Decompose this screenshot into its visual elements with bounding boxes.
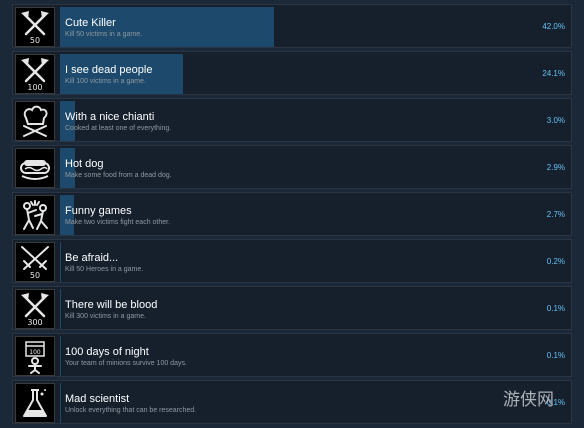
achievement-content: Be afraid... Kill 50 Heroes in a game. 0… [60, 242, 570, 282]
achievement-content: 100 days of night Your team of minions s… [60, 336, 570, 376]
crossed-axes-50-icon: 50 [15, 7, 55, 47]
unlock-progress-bar [60, 383, 570, 423]
achievement-content: Funny games Make two victims fight each … [60, 195, 570, 235]
crossed-swords-50-icon: 50 [15, 242, 55, 282]
fighting-figures-icon [15, 195, 55, 235]
unlock-progress-bar [60, 7, 570, 47]
achievement-title: Hot dog [65, 158, 104, 170]
crossed-axes-100-icon: 100 [15, 54, 55, 94]
achievement-list: 50 Cute Killer Kill 50 victims in a game… [0, 0, 584, 428]
achievement-content: I see dead people Kill 100 victims in a … [60, 54, 570, 94]
achievement-description: Kill 50 Heroes in a game. [65, 266, 144, 273]
calendar-100-icon: 100 [15, 336, 55, 376]
unlock-progress-fill [60, 336, 61, 376]
achievement-description: Cooked at least one of everything. [65, 125, 172, 132]
achievement-row-be-afraid[interactable]: 50 Be afraid... Kill 50 Heroes in a game… [12, 239, 572, 283]
achievement-title: There will be blood [65, 299, 158, 311]
svg-text:50: 50 [30, 36, 40, 45]
achievement-description: Kill 300 victims in a game. [65, 313, 146, 320]
achievement-percent: 2.9% [546, 163, 565, 172]
achievement-title: Be afraid... [65, 252, 119, 264]
unlock-progress-fill [60, 242, 62, 282]
achievement-row-there-will-be-blood[interactable]: 300 There will be blood Kill 300 victims… [12, 286, 572, 330]
flask-icon [15, 383, 55, 423]
achievement-content: Cute Killer Kill 50 victims in a game. 4… [60, 7, 570, 47]
achievement-title: With a nice chianti [65, 111, 155, 123]
achievement-description: Kill 50 victims in a game. [65, 31, 143, 38]
achievement-title: Funny games [65, 205, 132, 217]
achievement-description: Unlock everything that can be researched… [65, 407, 197, 414]
achievement-row-with-a-nice-chianti[interactable]: With a nice chianti Cooked at least one … [12, 98, 572, 142]
svg-text:50: 50 [30, 271, 40, 280]
achievement-row-hot-dog[interactable]: Hot dog Make some food from a dead dog. … [12, 145, 572, 189]
unlock-progress-fill [60, 289, 61, 329]
achievement-row-i-see-dead-people[interactable]: 100 I see dead people Kill 100 victims i… [12, 51, 572, 95]
unlock-progress-bar [60, 148, 570, 188]
crossed-axes-300-icon: 300 [15, 289, 55, 329]
achievement-description: Your team of minions survive 100 days. [65, 360, 187, 367]
achievement-content: Hot dog Make some food from a dead dog. … [60, 148, 570, 188]
achievement-title: Mad scientist [65, 393, 130, 405]
achievement-row-mad-scientist[interactable]: Mad scientist Unlock everything that can… [12, 380, 572, 424]
svg-text:100: 100 [29, 349, 41, 356]
achievement-content: Mad scientist Unlock everything that can… [60, 383, 570, 423]
achievement-percent: 24.1% [542, 69, 565, 78]
achievement-row-funny-games[interactable]: Funny games Make two victims fight each … [12, 192, 572, 236]
achievement-content: There will be blood Kill 300 victims in … [60, 289, 570, 329]
chef-hat-icon [15, 101, 55, 141]
svg-text:100: 100 [27, 83, 42, 92]
achievement-percent: 0.2% [546, 257, 565, 266]
achievement-title: 100 days of night [65, 346, 149, 358]
unlock-progress-bar [60, 242, 570, 282]
achievement-title: I see dead people [65, 64, 153, 76]
achievement-title: Cute Killer [65, 17, 116, 29]
svg-text:300: 300 [27, 318, 42, 327]
achievement-description: Make some food from a dead dog. [65, 172, 172, 179]
hot-dog-icon [15, 148, 55, 188]
achievement-row-100-days-of-night[interactable]: 100 100 days of night Your team of minio… [12, 333, 572, 377]
achievement-percent: 3.0% [546, 116, 565, 125]
achievement-percent: 42.0% [542, 22, 565, 31]
site-watermark: 游侠网 [503, 390, 554, 410]
achievement-percent: 0.1% [546, 351, 565, 360]
unlock-progress-bar [60, 195, 570, 235]
achievement-content: With a nice chianti Cooked at least one … [60, 101, 570, 141]
achievement-description: Kill 100 victims in a game. [65, 78, 146, 85]
unlock-progress-fill [60, 383, 61, 423]
achievement-percent: 0.1% [546, 304, 565, 313]
achievement-description: Make two victims fight each other. [65, 219, 171, 226]
achievement-row-cute-killer[interactable]: 50 Cute Killer Kill 50 victims in a game… [12, 4, 572, 48]
achievement-percent: 2.7% [546, 210, 565, 219]
